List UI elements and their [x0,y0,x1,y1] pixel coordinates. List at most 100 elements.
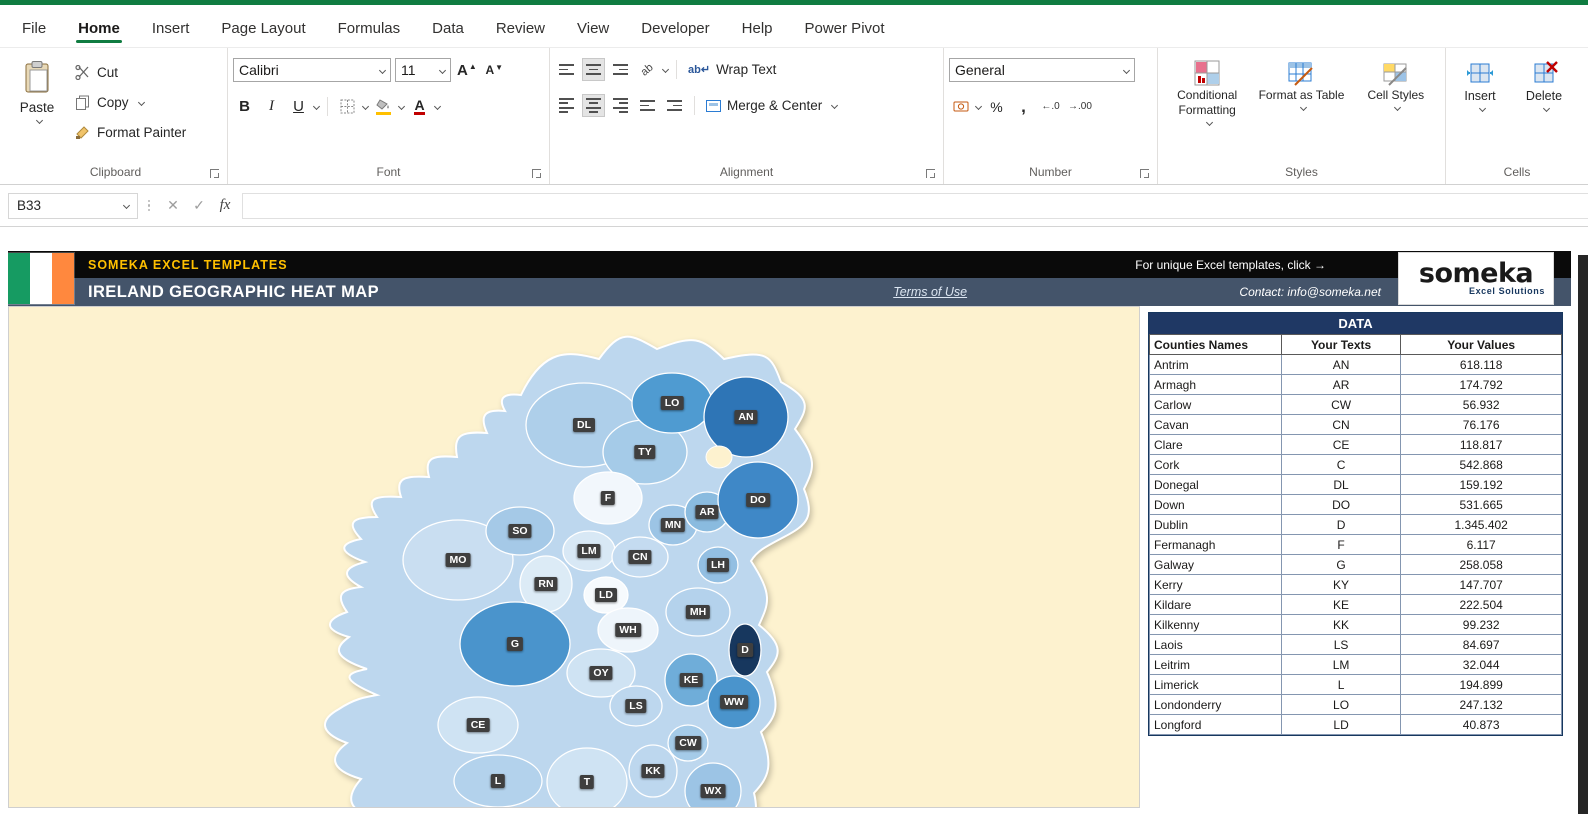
county-value-cell[interactable]: 618.118 [1401,355,1562,375]
fill-color-button[interactable] [372,95,395,118]
borders-button[interactable] [336,95,359,118]
county-label-LD[interactable]: LD [595,588,617,602]
county-value-cell[interactable]: 147.707 [1401,575,1562,595]
wrap-text-button[interactable]: ab↵ Wrap Text [685,60,779,79]
increase-font-size-button[interactable]: A▲ [455,59,479,82]
menu-tab-view[interactable]: View [561,12,625,47]
comma-style-button[interactable]: , [1012,95,1035,118]
format-as-table-button[interactable]: Format as Table [1257,58,1345,160]
cancel-entry-button[interactable]: ✕ [160,193,186,219]
county-name-cell[interactable]: Galway [1150,555,1282,575]
county-value-cell[interactable]: 32.044 [1401,655,1562,675]
align-left-button[interactable] [555,94,578,117]
county-text-cell[interactable]: F [1281,535,1400,555]
county-label-SO[interactable]: SO [508,524,531,538]
county-name-cell[interactable]: Dublin [1150,515,1282,535]
county-name-cell[interactable]: Carlow [1150,395,1282,415]
increase-decimal-button[interactable]: ←.0 [1039,95,1062,118]
county-value-cell[interactable]: 1.345.402 [1401,515,1562,535]
county-label-LM[interactable]: LM [577,544,600,558]
menu-tab-insert[interactable]: Insert [136,12,206,47]
bottom-align-button[interactable] [609,58,632,81]
conditional-formatting-button[interactable]: Conditional Formatting [1163,58,1251,160]
cell-styles-button[interactable]: Cell Styles [1352,58,1440,160]
county-value-cell[interactable]: 194.899 [1401,675,1562,695]
county-name-cell[interactable]: Fermanagh [1150,535,1282,555]
county-label-LS[interactable]: LS [625,699,646,713]
menu-tab-formulas[interactable]: Formulas [322,12,417,47]
county-name-cell[interactable]: Antrim [1150,355,1282,375]
confirm-entry-button[interactable]: ✓ [186,193,212,219]
county-text-cell[interactable]: L [1281,675,1400,695]
menu-tab-power-pivot[interactable]: Power Pivot [789,12,901,47]
county-value-cell[interactable]: 6.117 [1401,535,1562,555]
county-name-cell[interactable]: Cavan [1150,415,1282,435]
county-text-cell[interactable]: KY [1281,575,1400,595]
county-text-cell[interactable]: KE [1281,595,1400,615]
county-text-cell[interactable]: G [1281,555,1400,575]
county-text-cell[interactable]: DL [1281,475,1400,495]
name-box[interactable]: B33 [8,193,138,219]
county-label-T[interactable]: T [580,775,594,789]
number-format-combo[interactable]: General [949,58,1135,82]
county-label-CW[interactable]: CW [675,736,701,750]
county-text-cell[interactable]: C [1281,455,1400,475]
terms-of-use-link[interactable]: Terms of Use [893,285,967,299]
someka-logo[interactable]: someka Excel Solutions [1399,253,1553,304]
county-value-cell[interactable]: 258.058 [1401,555,1562,575]
county-text-cell[interactable]: CW [1281,395,1400,415]
paste-button[interactable]: Paste [9,58,65,160]
county-label-DL[interactable]: DL [573,418,595,432]
county-value-cell[interactable]: 76.176 [1401,415,1562,435]
county-label-CE[interactable]: CE [467,718,490,732]
county-label-LO[interactable]: LO [661,396,684,410]
menu-tab-developer[interactable]: Developer [625,12,725,47]
county-label-L[interactable]: L [491,774,505,788]
county-value-cell[interactable]: 174.792 [1401,375,1562,395]
county-label-KK[interactable]: KK [641,764,664,778]
county-label-WW[interactable]: WW [720,695,748,709]
clipboard-dialog-launcher[interactable] [210,169,219,178]
county-name-cell[interactable]: Laois [1150,635,1282,655]
county-name-cell[interactable]: Down [1150,495,1282,515]
percent-style-button[interactable]: % [985,95,1008,118]
county-name-cell[interactable]: Donegal [1150,475,1282,495]
county-value-cell[interactable]: 40.873 [1401,715,1562,735]
alignment-dialog-launcher[interactable] [926,169,935,178]
accounting-format-button[interactable] [949,95,972,118]
underline-button[interactable]: U [287,95,310,118]
font-color-button[interactable]: A [408,95,431,118]
vertical-scrollbar[interactable] [1578,255,1588,814]
menu-tab-data[interactable]: Data [416,12,480,47]
county-value-cell[interactable]: 159.192 [1401,475,1562,495]
font-size-combo[interactable]: 11 [395,58,451,82]
county-label-OY[interactable]: OY [589,666,612,680]
decrease-decimal-button[interactable]: →.00 [1066,95,1094,118]
italic-button[interactable]: I [260,95,283,118]
county-label-RN[interactable]: RN [534,577,557,591]
formula-input[interactable] [242,193,1588,219]
county-name-cell[interactable]: Kilkenny [1150,615,1282,635]
county-name-cell[interactable]: Limerick [1150,675,1282,695]
county-value-cell[interactable]: 118.817 [1401,435,1562,455]
county-name-cell[interactable]: Cork [1150,455,1282,475]
county-label-MO[interactable]: MO [446,553,471,567]
county-text-cell[interactable]: CN [1281,415,1400,435]
menu-tab-home[interactable]: Home [62,12,136,47]
county-label-LH[interactable]: LH [707,558,729,572]
menu-tab-review[interactable]: Review [480,12,561,47]
county-name-cell[interactable]: Kerry [1150,575,1282,595]
ireland-heat-map[interactable]: DLTYMOSOFMNARLMCNLHRNLDMHWHOYLSCELTKKCWW… [8,306,1140,808]
county-value-cell[interactable]: 247.132 [1401,695,1562,715]
county-label-WH[interactable]: WH [615,623,641,637]
county-label-WX[interactable]: WX [701,784,726,798]
county-name-cell[interactable]: Londonderry [1150,695,1282,715]
font-name-combo[interactable]: Calibri [233,58,391,82]
menu-tab-page-layout[interactable]: Page Layout [205,12,321,47]
align-center-button[interactable] [582,94,605,117]
county-value-cell[interactable]: 222.504 [1401,595,1562,615]
decrease-indent-button[interactable] [636,94,659,117]
county-text-cell[interactable]: KK [1281,615,1400,635]
county-value-cell[interactable]: 542.868 [1401,455,1562,475]
county-label-AR[interactable]: AR [695,505,718,519]
